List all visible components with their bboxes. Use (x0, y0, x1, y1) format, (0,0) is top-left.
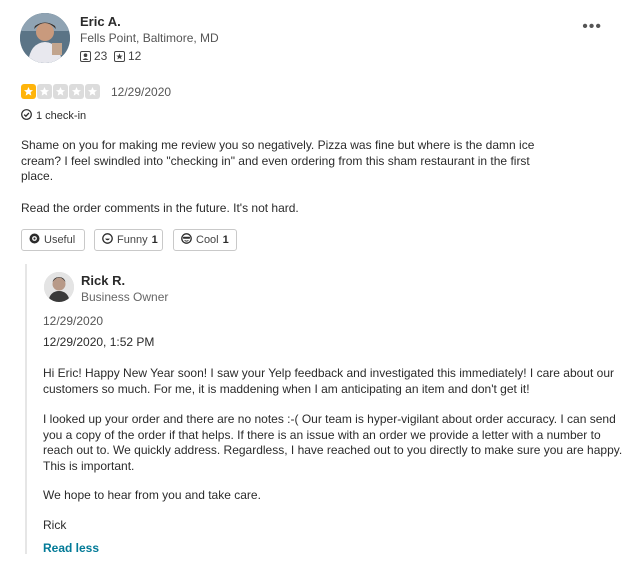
owner-avatar[interactable] (44, 272, 74, 302)
owner-reply-datetime: 12/29/2020, 1:52 PM (43, 335, 155, 349)
review-line: cream? I feel swindled into "checking in… (21, 153, 530, 168)
owner-name[interactable]: Rick R. (81, 273, 125, 288)
star-icon (53, 84, 68, 99)
star-rating (21, 84, 100, 99)
reviewer-name[interactable]: Eric A. (80, 14, 121, 29)
funny-icon (102, 233, 113, 247)
reply-line: I looked up your order and there are no … (43, 412, 616, 426)
reviewer-location: Fells Point, Baltimore, MD (80, 31, 219, 45)
owner-role: Business Owner (81, 290, 169, 304)
more-options-icon[interactable]: ••• (582, 18, 602, 36)
star-icon (69, 84, 84, 99)
checkin-text: 1 check-in (36, 110, 87, 122)
reply-line: Hi Eric! Happy New Year soon! I saw your… (43, 366, 614, 380)
owner-reply-divider (25, 264, 27, 554)
reviews-stat: 12 (114, 49, 141, 63)
read-less-link[interactable]: Read less (43, 541, 99, 555)
useful-button[interactable]: Useful (21, 229, 85, 251)
funny-count: 1 (151, 234, 158, 246)
star-icon (37, 84, 52, 99)
friends-icon (80, 50, 91, 62)
review-line: place. (21, 169, 54, 183)
review-text-2: Read the order comments in the future. I… (21, 201, 299, 215)
review-date: 12/29/2020 (111, 85, 172, 99)
checkin-icon (21, 109, 32, 123)
review-text: Shame on you for making me review you so… (21, 138, 534, 185)
owner-reply-paragraph-2: I looked up your order and there are no … (43, 412, 622, 474)
owner-signoff: Rick (43, 518, 67, 532)
owner-reply-paragraph-3: We hope to hear from you and take care. (43, 488, 261, 502)
review-line: Shame on you for making me review you so… (21, 138, 535, 152)
funny-button[interactable]: Funny 1 (94, 229, 163, 251)
reply-line: you a copy of the order if that helps. I… (43, 427, 601, 442)
checkin-badge: 1 check-in (21, 109, 86, 123)
friends-stat: 23 (80, 49, 107, 63)
reviews-icon (114, 50, 125, 62)
useful-icon (29, 233, 40, 247)
cool-count: 1 (222, 234, 229, 246)
star-icon (85, 84, 100, 99)
owner-reply-date: 12/29/2020 (43, 314, 104, 328)
cool-icon (181, 233, 192, 247)
owner-reply-paragraph-1: Hi Eric! Happy New Year soon! I saw your… (43, 366, 614, 397)
star-icon (21, 84, 36, 99)
useful-label: Useful (44, 234, 76, 246)
funny-label: Funny (117, 234, 148, 246)
friends-count: 23 (94, 49, 108, 63)
reply-line: customers so much. For me, it is maddeni… (43, 381, 530, 396)
reply-line: reach out to. We quickly address. Regard… (43, 443, 623, 457)
cool-button[interactable]: Cool 1 (173, 229, 237, 251)
reviewer-avatar[interactable] (20, 13, 70, 63)
reviews-count: 12 (128, 49, 142, 63)
reply-line: This is important. (43, 458, 135, 473)
cool-label: Cool (196, 234, 219, 246)
